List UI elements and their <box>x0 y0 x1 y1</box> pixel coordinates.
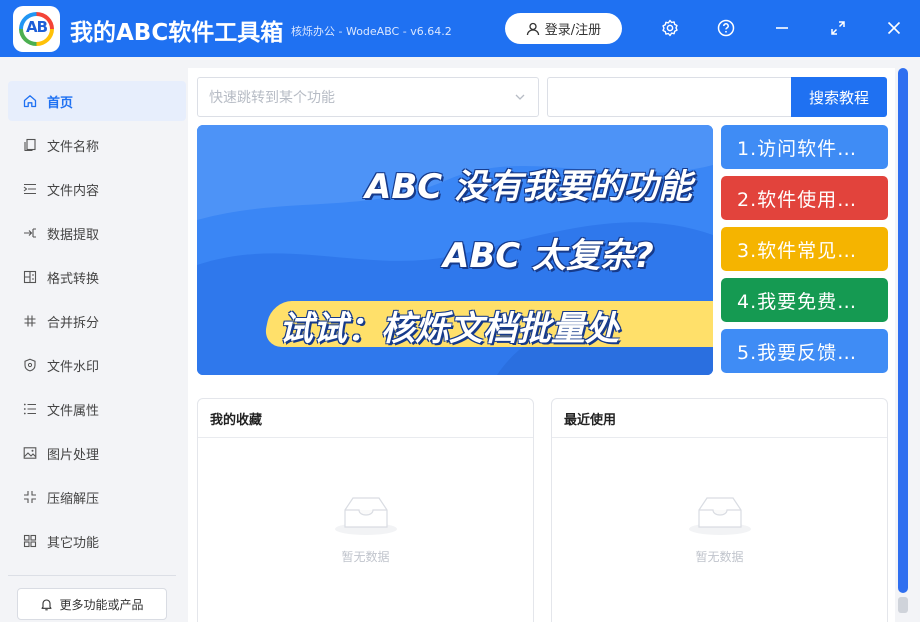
quick-jump-placeholder: 快速跳转到某个功能 <box>209 90 335 106</box>
quick-link-5[interactable]: 5.我要反馈… <box>721 329 888 373</box>
sidebar-item-image[interactable]: 图片处理 <box>8 433 186 473</box>
sidebar-item-file-name[interactable]: 文件名称 <box>8 125 186 165</box>
promo-banner[interactable]: ABC 没有我要的功能 ABC 太复杂? 试试：核烁文档批量处 <box>197 125 713 375</box>
empty-box-icon <box>689 497 751 535</box>
sidebar-item-label: 其它功能 <box>47 535 100 551</box>
login-button[interactable]: 登录/注册 <box>505 13 622 44</box>
extract-icon <box>23 226 37 240</box>
sidebar-item-merge-split[interactable]: 合并拆分 <box>8 301 186 341</box>
compress-icon <box>23 490 37 504</box>
quick-link-4[interactable]: 4.我要免费… <box>721 278 888 322</box>
sidebar-item-data-extract[interactable]: 数据提取 <box>8 213 186 253</box>
login-label: 登录/注册 <box>544 23 602 38</box>
sidebar-item-label: 图片处理 <box>47 447 100 463</box>
sidebar-item-label: 首页 <box>47 95 74 111</box>
search-input[interactable] <box>547 77 792 117</box>
sidebar-item-label: 文件内容 <box>47 183 100 199</box>
more-products-button[interactable]: 更多功能或产品 <box>17 588 167 620</box>
scrollbar-thumb[interactable] <box>898 68 908 593</box>
banner-line-3: 试试：核烁文档批量处 <box>279 309 619 349</box>
quick-jump-select[interactable]: 快速跳转到某个功能 <box>197 77 539 117</box>
scrollbar-down-arrow[interactable] <box>898 597 908 613</box>
favorites-title: 我的收藏 <box>198 399 533 438</box>
convert-icon <box>23 270 37 284</box>
sidebar-item-watermark[interactable]: 文件水印 <box>8 345 186 385</box>
minimize-icon[interactable] <box>770 16 794 40</box>
sidebar-item-file-content[interactable]: 文件内容 <box>8 169 186 209</box>
sidebar-item-home[interactable]: 首页 <box>8 81 186 121</box>
banner-line-1: ABC 没有我要的功能 <box>365 167 693 207</box>
recent-card: 最近使用 暂无数据 <box>551 398 888 622</box>
image-icon <box>23 446 37 460</box>
quick-link-3[interactable]: 3.软件常见… <box>721 227 888 271</box>
hash-icon <box>23 314 37 328</box>
title-bar: AB 我的ABC软件工具箱 核烁办公 - WodeABC - v6.64.2 登… <box>0 0 920 57</box>
logo-text: AB <box>25 18 48 36</box>
app-title: 我的ABC软件工具箱 <box>70 20 284 46</box>
shield-icon <box>23 358 37 372</box>
sidebar-item-compress[interactable]: 压缩解压 <box>8 477 186 517</box>
quick-link-1[interactable]: 1.访问软件… <box>721 125 888 169</box>
sidebar-item-label: 文件名称 <box>47 139 100 155</box>
sidebar-item-label: 数据提取 <box>47 227 100 243</box>
more-products-label: 更多功能或产品 <box>59 597 144 612</box>
home-icon <box>23 94 37 108</box>
list-icon <box>23 402 37 416</box>
recent-empty-text: 暂无数据 <box>695 550 744 564</box>
sidebar-item-file-props[interactable]: 文件属性 <box>8 389 186 429</box>
recent-title: 最近使用 <box>552 399 887 438</box>
sidebar-item-format-convert[interactable]: 格式转换 <box>8 257 186 297</box>
grid-icon <box>23 534 37 548</box>
sidebar-item-other[interactable]: 其它功能 <box>8 521 186 561</box>
app-subtitle: 核烁办公 - WodeABC - v6.64.2 <box>291 25 452 38</box>
favorites-empty-text: 暂无数据 <box>341 550 390 564</box>
user-icon <box>526 22 539 35</box>
chevron-down-icon <box>515 94 525 100</box>
sidebar-divider <box>8 575 176 576</box>
sidebar-item-label: 压缩解压 <box>47 491 100 507</box>
maximize-icon[interactable] <box>826 16 850 40</box>
file-copy-icon <box>23 138 37 152</box>
indent-list-icon <box>23 182 37 196</box>
sidebar-item-label: 文件属性 <box>47 403 100 419</box>
help-icon[interactable] <box>714 16 738 40</box>
main-panel: 快速跳转到某个功能 搜索教程 ABC 没有我要的功能 ABC 太复杂? 试试：核… <box>188 68 895 622</box>
empty-box-icon <box>335 497 397 535</box>
settings-icon[interactable] <box>658 16 682 40</box>
sidebar-item-label: 合并拆分 <box>47 315 100 331</box>
close-icon[interactable] <box>882 16 906 40</box>
quick-link-2[interactable]: 2.软件使用… <box>721 176 888 220</box>
bell-icon <box>41 598 53 610</box>
search-button[interactable]: 搜索教程 <box>791 77 887 117</box>
favorites-card: 我的收藏 暂无数据 <box>197 398 534 622</box>
sidebar: 首页 文件名称 文件内容 数据提取 格式转换 合并拆分 文件水印 文件属性 图片… <box>0 68 186 622</box>
banner-line-2: ABC 太复杂? <box>443 236 654 276</box>
sidebar-item-label: 格式转换 <box>47 271 100 287</box>
sidebar-item-label: 文件水印 <box>47 359 100 375</box>
app-logo: AB <box>13 6 60 52</box>
